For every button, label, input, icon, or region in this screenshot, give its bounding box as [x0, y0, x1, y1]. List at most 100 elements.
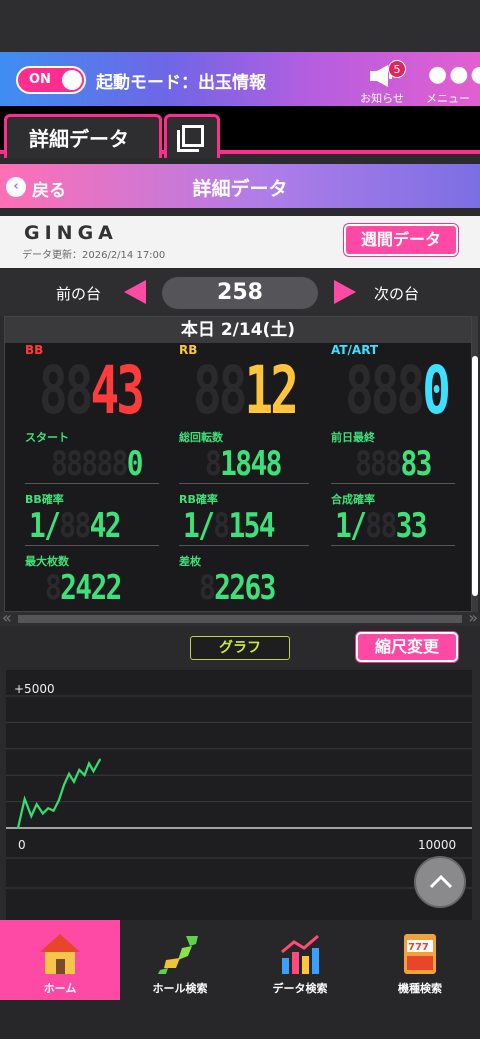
- nav-hall-search[interactable]: ホール検索: [120, 920, 240, 1000]
- total-spins-value: 1848: [220, 444, 282, 484]
- back-chevron-icon: ‹: [6, 177, 26, 197]
- machine-name: GINGA: [24, 222, 118, 244]
- start-value: 0: [126, 444, 144, 484]
- at-counter: 8880: [345, 358, 451, 424]
- total-prob-prefix: 1/: [335, 506, 367, 546]
- nav-machine-search[interactable]: 777 機種検索: [360, 920, 480, 1000]
- machine-number: 258: [162, 277, 318, 309]
- diff-coins-label: 差枚: [179, 555, 201, 568]
- more-dots-icon: ●●●: [428, 62, 480, 87]
- nav-data-search-label: データ検索: [272, 982, 328, 995]
- toggle-label: ON: [29, 72, 51, 87]
- scrollbar-thumb[interactable]: [472, 356, 478, 596]
- diff-coins-value: 2263: [214, 568, 276, 608]
- bb-counter: 8843: [39, 358, 145, 424]
- title-bar: 詳細データ ‹ 戻る: [0, 164, 480, 208]
- machine-nav: 前の台 258 次の台: [0, 270, 480, 316]
- horizontal-scrollbar[interactable]: « »: [0, 608, 480, 627]
- bb-ghost: 88: [39, 352, 93, 429]
- japan-map-icon: [158, 936, 198, 974]
- tab-details-label: 詳細データ: [29, 127, 129, 151]
- mode-text: 起動モード：出玉情報: [96, 73, 266, 93]
- bb-prob-counter: 1/8842: [29, 506, 122, 546]
- rb-value: 12: [244, 352, 298, 429]
- data-panel: 本日 2/14(土) BB RB AT/ART 8843 8812 8880 ス…: [4, 316, 472, 612]
- total-prob-ghost: 88: [365, 506, 397, 546]
- total-prob-value: 33: [395, 506, 428, 546]
- slump-point: [92, 770, 95, 773]
- slump-point: [17, 827, 19, 829]
- next-machine-label[interactable]: 次の台: [374, 283, 419, 304]
- nav-home[interactable]: ホーム: [0, 920, 120, 1000]
- rb-prob-ghost: 8: [213, 506, 230, 546]
- slump-point: [35, 803, 38, 806]
- slump-point: [30, 815, 33, 817]
- at-value: 0: [422, 352, 451, 429]
- divider: [25, 545, 159, 546]
- page-title: 詳細データ: [192, 178, 288, 200]
- max-coins-label: 最大枚数: [25, 555, 69, 568]
- scale-change-button[interactable]: 縮尺変更: [356, 632, 458, 662]
- bb-prob-ghost: 88: [59, 506, 91, 546]
- notice-label: お知らせ: [360, 92, 404, 105]
- nav-home-label: ホーム: [43, 982, 77, 995]
- panel-date: 本日 2/14(土): [5, 317, 471, 343]
- graph-area: グラフ 縮尺変更 +5000 0 10000: [0, 626, 480, 920]
- bottom-nav: ホーム ホール検索 データ検索 777 機種検索: [0, 920, 480, 1039]
- machine-header: GINGA データ更新：2026/2/14 17:00 週間データ: [0, 216, 480, 268]
- scroll-track[interactable]: [18, 615, 462, 623]
- prev-day-ghost: 888: [355, 444, 402, 484]
- nav-hall-search-label: ホール検索: [152, 982, 208, 995]
- slump-point: [73, 781, 75, 783]
- prev-machine-label[interactable]: 前の台: [56, 283, 101, 304]
- total-spins-counter: 81848: [205, 444, 282, 484]
- rb-ghost: 88: [193, 352, 247, 429]
- total-prob-label: 合成確率: [331, 493, 375, 506]
- panel-scrollbar[interactable]: [472, 316, 478, 612]
- data-updated: データ更新：2026/2/14 17:00: [22, 250, 166, 261]
- bb-prob-prefix: 1/: [29, 506, 61, 546]
- scroll-right-icon[interactable]: »: [468, 608, 478, 627]
- mode-bar: ON 起動モード：出玉情報 5 お知らせ ●●● メニュー: [0, 52, 480, 106]
- copy-icon-back: [177, 130, 199, 152]
- slump-point: [42, 812, 44, 815]
- max-coins-value: 2422: [60, 568, 122, 608]
- y-max-label: +5000: [14, 682, 55, 696]
- slump-line: [16, 758, 102, 829]
- svg-text:777: 777: [408, 942, 429, 953]
- nav-machine-search-label: 機種検索: [398, 982, 442, 995]
- slump-point: [99, 758, 101, 761]
- notice-button[interactable]: 5 お知らせ: [356, 58, 408, 105]
- slump-point: [52, 810, 55, 812]
- bb-value: 43: [90, 352, 144, 429]
- menu-button[interactable]: ●●● メニュー: [420, 58, 480, 106]
- bb-prob-value: 42: [89, 506, 122, 546]
- prev-arrow-icon[interactable]: [124, 280, 146, 304]
- diff-coins-counter: 82263: [199, 568, 276, 608]
- divider: [179, 545, 309, 546]
- tab-details[interactable]: 詳細データ: [4, 114, 162, 158]
- scroll-left-icon[interactable]: «: [2, 608, 12, 627]
- graph-box: +5000 0 10000: [6, 670, 472, 920]
- tab-copy[interactable]: [164, 114, 220, 158]
- weekly-data-button[interactable]: 週間データ: [344, 224, 458, 256]
- scroll-top-button[interactable]: [414, 856, 466, 908]
- tab-row: 詳細データ: [0, 106, 480, 158]
- bb-prob-label: BB確率: [25, 493, 64, 506]
- start-label: スタート: [25, 431, 69, 444]
- toggle-knob: [62, 70, 82, 90]
- x-min-label: 0: [18, 838, 26, 852]
- menu-label: メニュー: [426, 92, 470, 105]
- slump-point: [63, 783, 65, 786]
- slump-point: [83, 774, 86, 776]
- divider: [179, 483, 309, 484]
- nav-data-search[interactable]: データ検索: [240, 920, 360, 1000]
- rb-prob-value: 154: [228, 506, 275, 546]
- prev-day-counter: 88883: [355, 444, 432, 484]
- next-arrow-icon[interactable]: [334, 280, 356, 304]
- slump-chart: [6, 695, 472, 889]
- max-coins-ghost: 8: [45, 568, 62, 608]
- rb-prob-counter: 1/8154: [183, 506, 276, 546]
- total-spins-label: 総回転数: [179, 431, 223, 444]
- mode-toggle[interactable]: ON: [16, 66, 86, 94]
